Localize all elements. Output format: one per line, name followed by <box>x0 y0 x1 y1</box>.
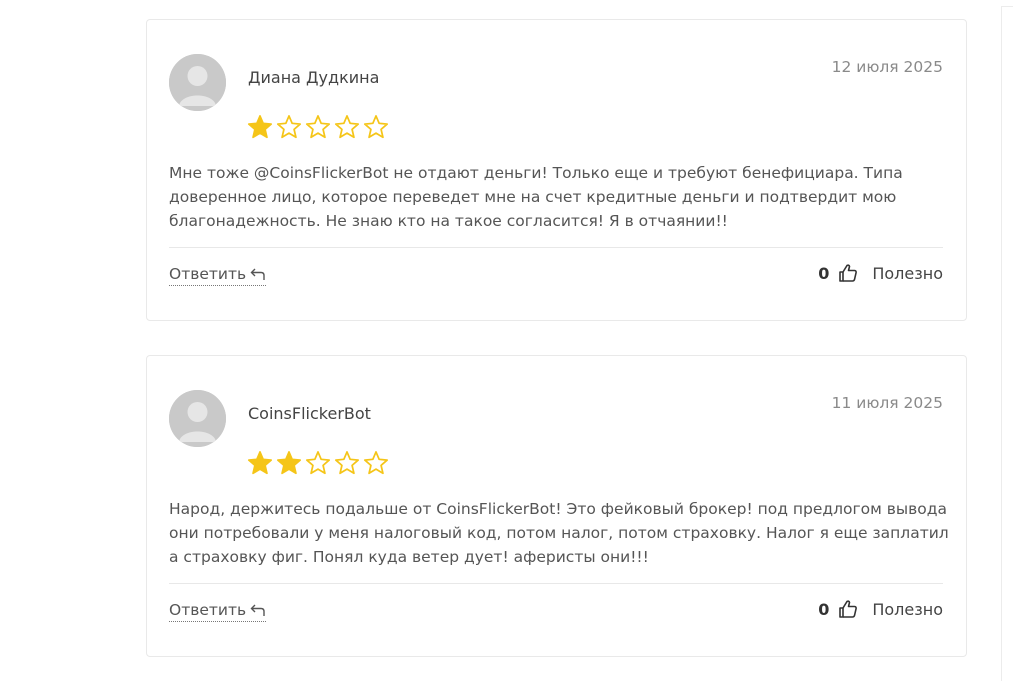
reply-arrow-icon <box>250 604 265 616</box>
helpful-count: 0 <box>818 599 830 619</box>
reply-arrow-icon <box>250 268 265 280</box>
thumbs-up-icon[interactable] <box>838 599 858 619</box>
star-empty-icon <box>334 115 360 139</box>
review-author: CoinsFlickerBot <box>248 404 371 423</box>
star-filled-icon <box>247 451 273 475</box>
review-date: 11 июля 2025 <box>831 394 943 412</box>
avatar <box>169 54 226 111</box>
divider <box>169 247 943 248</box>
user-silhouette-icon <box>169 54 226 111</box>
avatar <box>169 390 226 447</box>
helpful-group: 0 Полезно <box>818 596 943 622</box>
helpful-count: 0 <box>818 263 830 283</box>
user-silhouette-icon <box>169 390 226 447</box>
helpful-label[interactable]: Полезно <box>872 600 943 619</box>
star-filled-icon <box>276 451 302 475</box>
divider <box>169 583 943 584</box>
reply-button[interactable]: Ответить <box>169 263 267 286</box>
helpful-group: 0 Полезно <box>818 260 943 286</box>
review-card: CoinsFlickerBot 11 июля 2025 Народ, держ… <box>146 355 967 657</box>
reply-label: Ответить <box>169 601 247 619</box>
review-text: Народ, держитесь подальше от CoinsFlicke… <box>169 500 949 566</box>
side-panel-edge <box>1001 6 1013 681</box>
star-empty-icon <box>363 451 389 475</box>
star-rating <box>247 450 389 478</box>
reply-label: Ответить <box>169 265 247 283</box>
star-filled-icon <box>247 115 273 139</box>
thumbs-up-icon[interactable] <box>838 263 858 283</box>
star-empty-icon <box>363 115 389 139</box>
reviews-page: Диана Дудкина 12 июля 2025 Мне тоже @Coi… <box>0 0 1014 681</box>
star-empty-icon <box>305 115 331 139</box>
review-card: Диана Дудкина 12 июля 2025 Мне тоже @Coi… <box>146 19 967 321</box>
helpful-label[interactable]: Полезно <box>872 264 943 283</box>
star-empty-icon <box>334 451 360 475</box>
review-text: Мне тоже @CoinsFlickerBot не отдают день… <box>169 164 903 230</box>
star-empty-icon <box>305 451 331 475</box>
star-empty-icon <box>276 115 302 139</box>
review-author: Диана Дудкина <box>248 68 380 87</box>
reply-button[interactable]: Ответить <box>169 599 267 622</box>
star-rating <box>247 114 389 142</box>
review-date: 12 июля 2025 <box>831 58 943 76</box>
